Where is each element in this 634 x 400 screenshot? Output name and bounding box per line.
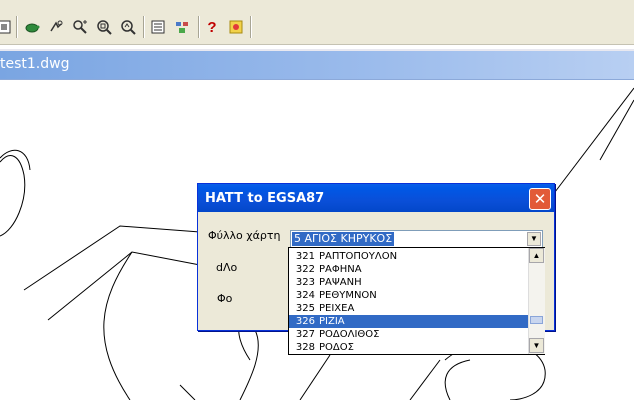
map-sheet-dropdown-list[interactable]: 321 ΡΑΠΤΟΠΟΥΛΟΝ 322 ΡΑΦΗΝΑ 323 ΡΑΨΑΝΗ 324 ΡΕΘΥΜ… xyxy=(288,247,545,355)
properties-icon[interactable] xyxy=(148,17,168,37)
zoom-window-icon[interactable] xyxy=(94,17,114,37)
drawing-window-titlebar: test1.dwg xyxy=(0,49,634,80)
toolbar-separator xyxy=(198,16,200,38)
combo-selected-value: 5 ΑΓΙΟΣ ΚΗΡΥΚΟΣ xyxy=(292,232,395,246)
dropdown-item-number: 325 xyxy=(295,303,315,314)
dropdown-item[interactable]: 325 ΡΕΙΧΕΑ xyxy=(289,302,530,315)
dropdown-item[interactable]: 326 ΡΙΖΙΑ xyxy=(289,315,530,328)
dropdown-item[interactable]: 327 ΡΟΔΟΛΙΘΟΣ xyxy=(289,328,530,341)
dropdown-item-name: ΡΑΠΤΟΠΟΥΛΟΝ xyxy=(319,251,398,262)
zoom-realtime-icon[interactable] xyxy=(46,17,66,37)
toolbar: ? xyxy=(0,0,634,45)
dialog-titlebar[interactable]: HATT to EGSA87 ✕ xyxy=(198,184,554,212)
toolbar-separator xyxy=(143,16,145,38)
dropdown-item[interactable]: 323 ΡΑΨΑΝΗ xyxy=(289,276,530,289)
dropdown-item[interactable]: 328 ΡΟΔΟΣ xyxy=(289,341,530,354)
tool-palette-icon[interactable] xyxy=(226,17,246,37)
dlo-label: dΛo xyxy=(216,261,238,274)
map-sheet-combobox[interactable]: 5 ΑΓΙΟΣ ΚΗΡΥΚΟΣ ▼ xyxy=(290,230,543,248)
dropdown-item-name: ΡΕΙΧΕΑ xyxy=(319,303,355,314)
help-icon[interactable]: ? xyxy=(202,17,222,37)
scroll-down-icon[interactable]: ▼ xyxy=(529,338,544,353)
dropdown-item-number: 323 xyxy=(295,277,315,288)
dropdown-item-name: ΡΟΔΟΣ xyxy=(319,342,354,353)
dropdown-item-name: ΡΑΦΗΝΑ xyxy=(319,264,362,275)
dropdown-item-name: ΡΑΨΑΝΗ xyxy=(319,277,362,288)
toolbar-separator xyxy=(16,16,18,38)
turtle-icon[interactable] xyxy=(22,17,42,37)
map-sheet-label: Φύλλο χάρτη xyxy=(208,229,281,242)
scroll-up-icon[interactable]: ▲ xyxy=(529,248,544,263)
dropdown-item[interactable]: 322 ΡΑΦΗΝΑ xyxy=(289,263,530,276)
dropdown-item-number: 324 xyxy=(295,290,315,301)
dropdown-item-number: 326 xyxy=(295,316,315,327)
toolbar-separator xyxy=(250,16,252,38)
dropdown-item-number: 328 xyxy=(295,342,315,353)
scroll-thumb[interactable] xyxy=(530,316,543,324)
fo-label: Φo xyxy=(217,292,233,305)
dropdown-item-number: 327 xyxy=(295,329,315,340)
dropdown-item-number: 321 xyxy=(295,251,315,262)
pan-icon[interactable] xyxy=(0,17,14,37)
dropdown-item-number: 322 xyxy=(295,264,315,275)
chevron-down-icon[interactable]: ▼ xyxy=(527,232,541,246)
zoom-in-icon[interactable] xyxy=(70,17,90,37)
design-center-icon[interactable] xyxy=(172,17,192,37)
zoom-previous-icon[interactable] xyxy=(118,17,138,37)
close-button[interactable]: ✕ xyxy=(529,188,551,210)
dropdown-item[interactable]: 321 ΡΑΠΤΟΠΟΥΛΟΝ xyxy=(289,250,530,263)
drawing-title: test1.dwg xyxy=(0,56,70,72)
dropdown-item-name: ΡΟΔΟΛΙΘΟΣ xyxy=(319,329,380,340)
dropdown-scrollbar[interactable]: ▲ ▼ xyxy=(528,248,545,354)
dropdown-item-name: ΡΕΘΥΜΝΟΝ xyxy=(319,290,377,301)
dropdown-item[interactable]: 324 ΡΕΘΥΜΝΟΝ xyxy=(289,289,530,302)
dropdown-item-name: ΡΙΖΙΑ xyxy=(319,316,345,327)
dialog-title: HATT to EGSA87 xyxy=(205,191,325,206)
